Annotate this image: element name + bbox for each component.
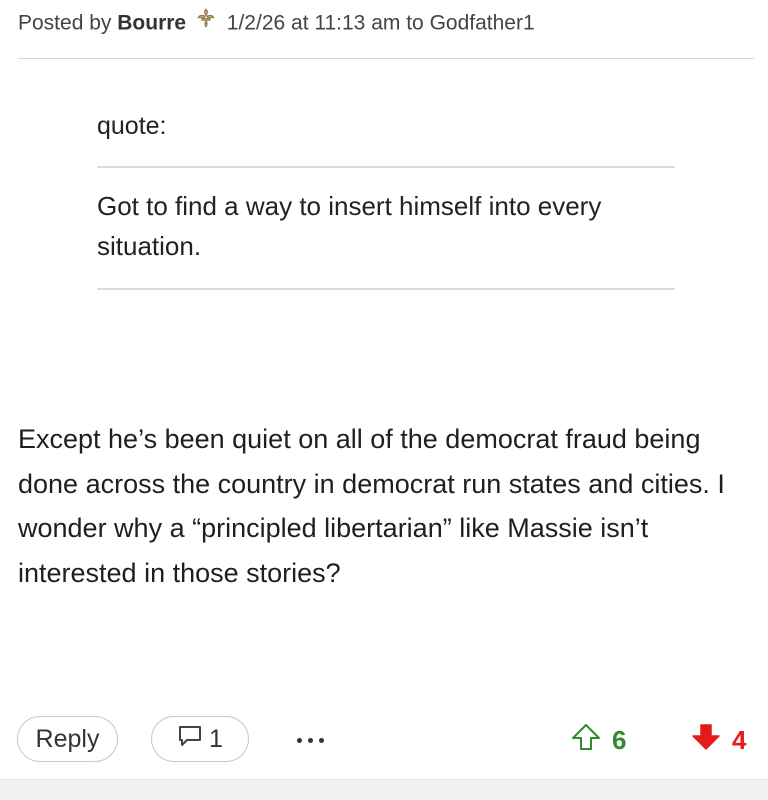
quote-divider-bottom (97, 288, 675, 290)
more-options-button[interactable] (286, 720, 334, 760)
ellipsis-icon (296, 737, 302, 743)
author-name[interactable]: Bourre (117, 12, 186, 35)
reply-to-label: to (406, 11, 424, 35)
posted-by-label: Posted by (18, 11, 112, 35)
downvote-button[interactable]: 4 (690, 722, 746, 758)
next-post-edge (0, 779, 768, 800)
quote-block: quote: Got to find a way to insert himse… (97, 110, 675, 290)
upvote-button[interactable]: 6 (570, 722, 626, 758)
reply-to-user[interactable]: Godfather1 (430, 12, 535, 35)
post-timestamp: 1/2/26 at 11:13 am (226, 11, 401, 35)
post-header: Posted by Bourre 1/2/26 at 11:13 am to G… (18, 7, 535, 39)
reply-button[interactable]: Reply (17, 716, 118, 762)
comment-count-button[interactable]: 1 (151, 716, 249, 762)
ellipsis-icon (318, 737, 324, 743)
speech-bubble-icon (177, 724, 203, 755)
comment-count: 1 (209, 724, 223, 753)
post-body: Except he’s been quiet on all of the dem… (18, 424, 725, 588)
fleur-de-lis-icon (195, 7, 217, 37)
forum-post: Posted by Bourre 1/2/26 at 11:13 am to G… (0, 0, 768, 800)
post-actions: Reply 1 6 4 (0, 716, 768, 766)
quote-text: Got to find a way to insert himself into… (97, 191, 602, 261)
quote-divider-top (97, 166, 675, 168)
header-divider (18, 58, 754, 59)
quote-label: quote: (97, 112, 167, 140)
downvote-count: 4 (732, 724, 747, 755)
upvote-count: 6 (612, 724, 627, 755)
arrow-up-outline-icon (570, 723, 602, 758)
arrow-down-filled-icon (690, 723, 722, 758)
ellipsis-icon (307, 737, 313, 743)
